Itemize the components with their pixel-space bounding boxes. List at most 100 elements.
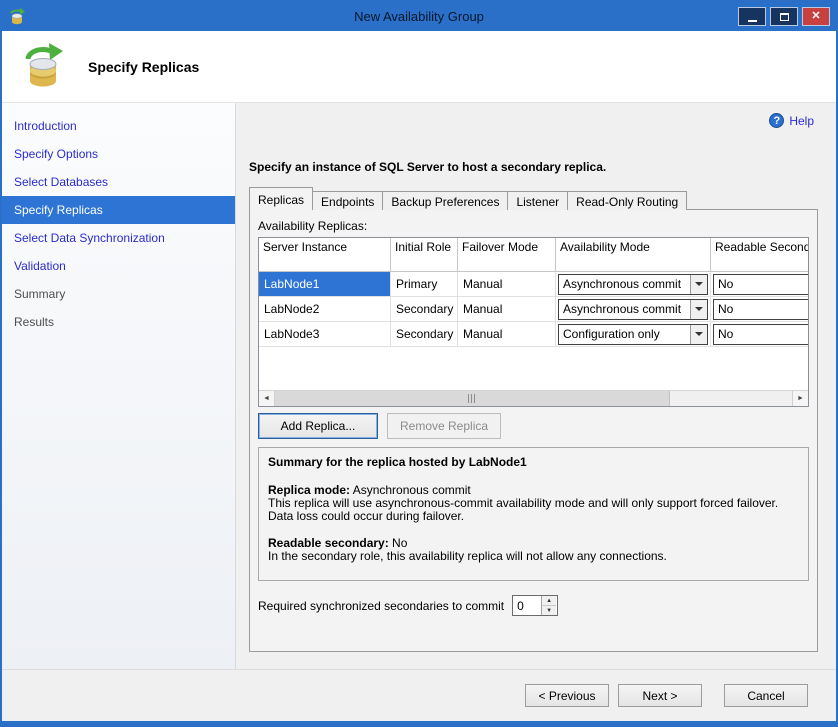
replicas-grid: Server Instance Initial Role Failover Mo… (258, 237, 809, 407)
sidebar-item-specify-options[interactable]: Specify Options (2, 140, 235, 168)
readable-secondary-dropdown[interactable]: No (713, 299, 808, 320)
previous-button[interactable]: < Previous (525, 684, 609, 707)
close-icon: ✕ (811, 11, 820, 22)
column-header-failover-mode[interactable]: Failover Mode (458, 238, 556, 272)
app-icon (8, 8, 26, 26)
help-label: Help (789, 114, 814, 128)
spin-down-button[interactable]: ▼ (542, 606, 556, 615)
wizard-steps-sidebar: Introduction Specify Options Select Data… (2, 103, 236, 669)
tab-strip: Replicas Endpoints Backup Preferences Li… (249, 187, 686, 210)
table-row[interactable]: LabNode3 Secondary Manual Configuration … (259, 322, 808, 347)
table-row[interactable]: LabNode2 Secondary Manual Asynchronous c… (259, 297, 808, 322)
close-button[interactable]: ✕ (802, 7, 830, 26)
tab-replicas[interactable]: Replicas (249, 187, 313, 210)
scroll-left-button[interactable]: ◄ (259, 391, 275, 406)
replicas-tab-panel: Availability Replicas: Server Instance I… (249, 209, 818, 652)
replica-mode-value: Asynchronous commit (350, 483, 471, 497)
sidebar-item-specify-replicas[interactable]: Specify Replicas (2, 196, 235, 224)
readable-secondary-description: In the secondary role, this availability… (268, 550, 799, 563)
tab-read-only-routing[interactable]: Read-Only Routing (567, 191, 687, 210)
sidebar-item-select-data-synchronization[interactable]: Select Data Synchronization (2, 224, 235, 252)
wizard-body: Introduction Specify Options Select Data… (2, 103, 836, 669)
grid-viewport: Server Instance Initial Role Failover Mo… (259, 238, 808, 390)
minimize-icon (748, 20, 757, 22)
cell-failover-mode: Manual (458, 272, 556, 297)
cell-initial-role: Secondary (391, 297, 458, 322)
replica-mode-label: Replica mode: (268, 483, 350, 497)
cancel-button[interactable]: Cancel (724, 684, 808, 707)
dropdown-value: Asynchronous commit (559, 277, 690, 291)
wizard-header: Specify Replicas (2, 31, 836, 103)
scrollbar-gripper-icon (468, 394, 476, 403)
sidebar-item-validation[interactable]: Validation (2, 252, 235, 280)
dropdown-value: Asynchronous commit (559, 302, 690, 316)
sidebar-item-select-databases[interactable]: Select Databases (2, 168, 235, 196)
spin-up-button[interactable]: ▲ (542, 596, 556, 606)
cell-server-instance: LabNode1 (259, 272, 391, 297)
dropdown-value: No (714, 277, 808, 291)
remove-replica-button: Remove Replica (387, 413, 501, 439)
wizard-footer: < Previous Next > Cancel (2, 669, 836, 721)
dropdown-value: Configuration only (559, 327, 690, 341)
commit-setting-row: Required synchronized secondaries to com… (258, 595, 558, 616)
window-title: New Availability Group (2, 9, 836, 24)
cell-server-instance: LabNode2 (259, 297, 391, 322)
availability-mode-dropdown[interactable]: Asynchronous commit (558, 274, 708, 295)
chevron-down-icon (690, 325, 707, 344)
cell-failover-mode: Manual (458, 297, 556, 322)
column-header-initial-role[interactable]: Initial Role (391, 238, 458, 272)
readable-secondary-label: Readable secondary: (268, 536, 389, 550)
availability-mode-dropdown[interactable]: Configuration only (558, 324, 708, 345)
cell-availability-mode: Configuration only (556, 322, 711, 347)
sidebar-item-summary: Summary (2, 280, 235, 308)
sidebar-item-introduction[interactable]: Introduction (2, 112, 235, 140)
page-title: Specify Replicas (88, 59, 199, 75)
tab-listener[interactable]: Listener (507, 191, 568, 210)
cell-readable-secondary: No (711, 297, 808, 322)
chevron-down-icon (690, 300, 707, 319)
caption-buttons: ✕ (738, 7, 830, 26)
cell-readable-secondary: No (711, 322, 808, 347)
help-link[interactable]: ? Help (769, 113, 814, 128)
add-replica-button[interactable]: Add Replica... (258, 413, 378, 439)
cell-failover-mode: Manual (458, 322, 556, 347)
maximize-button[interactable] (770, 7, 798, 26)
column-header-availability-mode[interactable]: Availability Mode (556, 238, 711, 272)
column-header-server-instance[interactable]: Server Instance (259, 238, 391, 272)
replica-summary-box: Summary for the replica hosted by LabNod… (258, 447, 809, 581)
horizontal-scrollbar[interactable]: ◄ ► (259, 390, 808, 406)
commit-count-input[interactable] (513, 596, 541, 615)
help-icon: ? (769, 113, 784, 128)
readable-secondary-value: No (389, 536, 408, 550)
minimize-button[interactable] (738, 7, 766, 26)
cell-readable-secondary: No (711, 272, 808, 297)
sidebar-item-results: Results (2, 308, 235, 336)
readable-secondary-dropdown[interactable]: No (713, 274, 808, 295)
column-header-readable-secondary[interactable]: Readable Secondary (711, 238, 808, 272)
cell-availability-mode: Asynchronous commit (556, 297, 711, 322)
spinner-arrows: ▲ ▼ (541, 596, 556, 615)
scrollbar-thumb[interactable] (275, 391, 670, 406)
instruction-text: Specify an instance of SQL Server to hos… (249, 160, 606, 174)
readable-secondary-dropdown[interactable]: No (713, 324, 808, 345)
next-button[interactable]: Next > (618, 684, 702, 707)
tab-backup-preferences[interactable]: Backup Preferences (382, 191, 508, 210)
titlebar[interactable]: New Availability Group ✕ (2, 2, 836, 31)
cell-server-instance: LabNode3 (259, 322, 391, 347)
maximize-icon (780, 13, 789, 21)
grid-header-row: Server Instance Initial Role Failover Mo… (259, 238, 808, 272)
availability-mode-dropdown[interactable]: Asynchronous commit (558, 299, 708, 320)
wizard-content: ? Help Specify an instance of SQL Server… (236, 103, 836, 669)
database-icon (20, 42, 66, 92)
tab-endpoints[interactable]: Endpoints (312, 191, 383, 210)
cell-availability-mode: Asynchronous commit (556, 272, 711, 297)
dropdown-value: No (714, 302, 808, 316)
availability-replicas-label: Availability Replicas: (258, 219, 367, 233)
dropdown-value: No (714, 327, 808, 341)
commit-count-spinner: ▲ ▼ (512, 595, 558, 616)
cell-initial-role: Secondary (391, 322, 458, 347)
replica-mode-description: This replica will use asynchronous-commi… (268, 497, 799, 523)
scroll-right-button[interactable]: ► (792, 391, 808, 406)
table-row[interactable]: LabNode1 Primary Manual Asynchronous com… (259, 272, 808, 297)
replica-buttons: Add Replica... Remove Replica (258, 413, 501, 439)
